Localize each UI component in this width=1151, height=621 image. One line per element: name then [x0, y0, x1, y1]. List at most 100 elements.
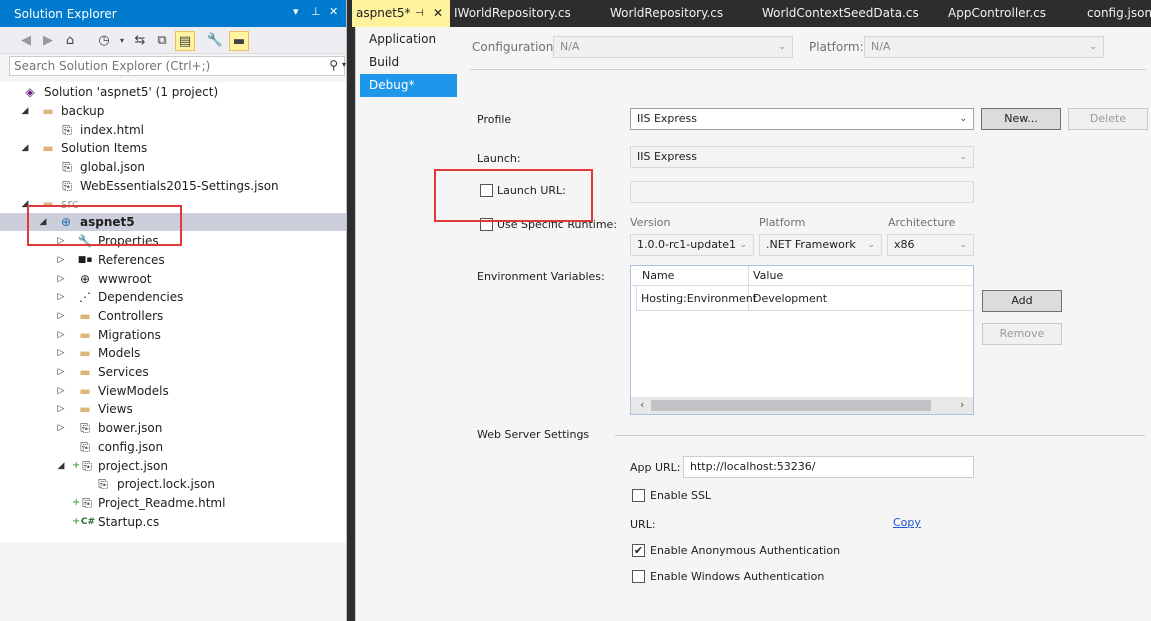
collapsed-arrow-icon[interactable]: ▷ — [56, 326, 66, 344]
tab-label: WorldContextSeedData.cs — [762, 6, 919, 20]
grid-column-value[interactable]: Value — [753, 269, 783, 282]
app-url-input[interactable]: http://localhost:53236/ — [683, 456, 974, 478]
env-var-name-cell[interactable]: Hosting:Environment — [641, 292, 757, 305]
tree-row-controllers[interactable]: ▷ ▬ Controllers — [0, 307, 346, 325]
collapsed-arrow-icon[interactable]: ▷ — [56, 270, 66, 288]
tree-row-dependencies[interactable]: ▷ ⋰ Dependencies — [0, 288, 346, 306]
architecture-select[interactable]: x86 ⌄ — [887, 234, 974, 256]
tree-row-project-lock-json[interactable]: ⎘ project.lock.json — [0, 475, 346, 493]
launch-select[interactable]: IIS Express ⌄ — [630, 146, 974, 168]
solution-explorer-search-box[interactable]: ⚲ ▾ — [9, 56, 346, 76]
tab-label: IWorldRepository.cs — [454, 6, 571, 20]
tree-row-startup-cs[interactable]: + C# Startup.cs — [0, 513, 346, 531]
collapsed-arrow-icon[interactable]: ▷ — [56, 288, 66, 306]
tree-row-global-json[interactable]: ⎘ global.json — [0, 158, 346, 176]
folder-icon: ▬ — [79, 384, 91, 398]
tree-row-solution[interactable]: ◈ Solution 'aspnet5' (1 project) — [0, 83, 346, 101]
launch-url-input[interactable] — [630, 181, 974, 203]
tree-row-webessentials-json[interactable]: ⎘ WebEssentials2015-Settings.json — [0, 177, 346, 195]
globe-icon: ⊕ — [79, 272, 91, 286]
tab-label: aspnet5* — [356, 6, 411, 20]
tree-row-views[interactable]: ▷ ▬ Views — [0, 400, 346, 418]
properties-wrench-icon[interactable]: 🔧 — [205, 31, 225, 51]
copy-url-link[interactable]: Copy — [893, 516, 921, 529]
collapsed-arrow-icon[interactable]: ▷ — [56, 363, 66, 381]
remove-env-var-button[interactable]: Remove — [982, 323, 1062, 345]
tab-config-json[interactable]: config.json — [1087, 0, 1151, 27]
version-select[interactable]: 1.0.0-rc1-update1 ⌄ — [630, 234, 754, 256]
collapsed-arrow-icon[interactable]: ▷ — [56, 419, 66, 437]
preview-selected-items-icon[interactable]: ▬ — [229, 31, 249, 51]
tree-row-services[interactable]: ▷ ▬ Services — [0, 363, 346, 381]
scroll-left-icon[interactable]: ‹ — [640, 398, 644, 411]
tab-aspnet5[interactable]: aspnet5* ⊣ ✕ — [352, 0, 450, 27]
tab-worldrepository[interactable]: WorldRepository.cs — [610, 0, 723, 27]
tree-row-backup[interactable]: ◢ ▬ backup — [0, 102, 346, 120]
show-all-files-icon[interactable]: ▤ — [175, 31, 195, 51]
forward-icon[interactable]: ▶ — [38, 31, 58, 51]
pin-icon[interactable]: ⊥ — [311, 5, 321, 18]
collapsed-arrow-icon[interactable]: ▷ — [56, 251, 66, 269]
expanded-arrow-icon[interactable]: ◢ — [20, 139, 30, 157]
tree-row-references[interactable]: ▷ ■▪ References — [0, 251, 346, 269]
profile-label: Profile — [477, 113, 512, 126]
sync-with-active-document-icon[interactable]: ⇆ — [130, 31, 150, 51]
tab-iworldrepository[interactable]: IWorldRepository.cs — [454, 0, 571, 27]
scrollbar-thumb[interactable] — [651, 400, 931, 411]
tree-row-viewmodels[interactable]: ▷ ▬ ViewModels — [0, 382, 346, 400]
solution-explorer-title: Solution Explorer — [14, 7, 117, 21]
windows-auth-checkbox[interactable] — [632, 570, 645, 583]
solution-explorer-titlebar: Solution Explorer ▾ ⊥ ✕ — [0, 0, 346, 27]
add-env-var-button[interactable]: Add — [982, 290, 1062, 312]
delete-profile-button[interactable]: Delete — [1068, 108, 1148, 130]
collapse-all-icon[interactable]: ⧉ — [152, 31, 172, 51]
new-profile-button[interactable]: New... — [981, 108, 1061, 130]
collapsed-arrow-icon[interactable]: ▷ — [56, 307, 66, 325]
expanded-arrow-icon[interactable]: ◢ — [56, 457, 66, 475]
tree-row-solution-items[interactable]: ◢ ▬ Solution Items — [0, 139, 346, 157]
tab-appcontroller[interactable]: AppController.cs — [948, 0, 1046, 27]
scroll-right-icon[interactable]: › — [960, 398, 964, 411]
nav-build[interactable]: Build — [360, 51, 457, 74]
tab-worldcontextseeddata[interactable]: WorldContextSeedData.cs — [762, 0, 919, 27]
configuration-select[interactable]: N/A ⌄ — [553, 36, 793, 58]
search-icon[interactable]: ⚲ — [329, 58, 338, 72]
tree-item-label: ViewModels — [98, 384, 169, 398]
web-server-settings-label: Web Server Settings — [477, 428, 590, 441]
filter-dropdown-icon[interactable]: ▾ — [112, 31, 132, 51]
lock-json-icon: ⎘ — [98, 477, 108, 491]
search-input[interactable] — [14, 58, 304, 74]
window-position-dropdown-icon[interactable]: ▾ — [293, 5, 299, 18]
collapsed-arrow-icon[interactable]: ▷ — [56, 382, 66, 400]
tree-row-wwwroot[interactable]: ▷ ⊕ wwwroot — [0, 270, 346, 288]
profile-select[interactable]: IIS Express ⌄ — [630, 108, 974, 130]
anonymous-auth-checkbox[interactable]: ✔ — [632, 544, 645, 557]
home-icon[interactable]: ⌂ — [60, 31, 80, 51]
enable-ssl-checkbox[interactable] — [632, 489, 645, 502]
env-var-value-cell[interactable]: Development — [753, 292, 827, 305]
search-options-dropdown-icon[interactable]: ▾ — [342, 60, 346, 69]
grid-column-name[interactable]: Name — [642, 269, 674, 282]
close-tab-icon[interactable]: ✕ — [433, 0, 443, 27]
back-icon[interactable]: ◀ — [16, 31, 36, 51]
tree-row-bower-json[interactable]: ▷ ⎘ bower.json — [0, 419, 346, 437]
collapsed-arrow-icon[interactable]: ▷ — [56, 344, 66, 362]
collapsed-arrow-icon[interactable]: ▷ — [56, 400, 66, 418]
tree-row-models[interactable]: ▷ ▬ Models — [0, 344, 346, 362]
version-value: 1.0.0-rc1-update1 — [637, 238, 737, 251]
tree-row-project-readme[interactable]: + ⎘ Project_Readme.html — [0, 494, 346, 512]
tree-row-index-html[interactable]: ⎘ index.html — [0, 121, 346, 139]
tree-row-project-json[interactable]: + ◢ ⎘ project.json — [0, 457, 346, 475]
close-icon[interactable]: ✕ — [329, 5, 338, 18]
tree-row-migrations[interactable]: ▷ ▬ Migrations — [0, 326, 346, 344]
pending-changes-filter-icon[interactable]: ◷ — [94, 31, 114, 51]
platform-select[interactable]: N/A ⌄ — [864, 36, 1104, 58]
horizontal-scrollbar[interactable]: ‹ › — [631, 397, 973, 414]
nav-debug[interactable]: Debug* — [360, 74, 457, 97]
nav-application[interactable]: Application — [360, 28, 457, 51]
expanded-arrow-icon[interactable]: ◢ — [20, 102, 30, 120]
pin-icon[interactable]: ⊣ — [415, 0, 424, 27]
tree-row-config-json[interactable]: ⎘ config.json — [0, 438, 346, 456]
runtime-platform-value: .NET Framework — [766, 238, 856, 251]
runtime-platform-select[interactable]: .NET Framework ⌄ — [759, 234, 882, 256]
